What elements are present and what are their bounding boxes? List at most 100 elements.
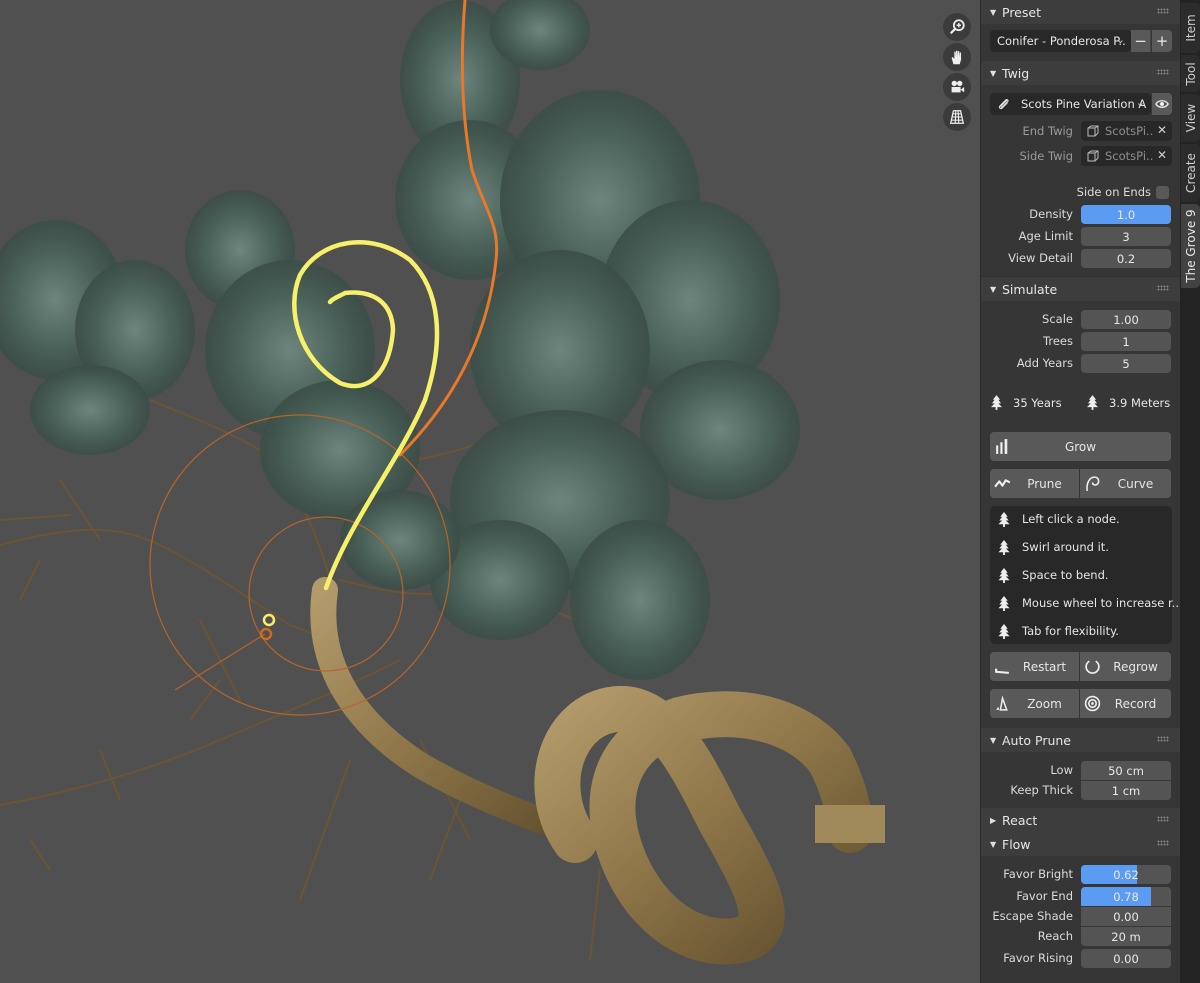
- clear-end-twig-icon[interactable]: ✕: [1157, 123, 1167, 137]
- age-limit-value: 3: [1122, 229, 1130, 244]
- section-title: Simulate: [1002, 281, 1058, 297]
- record-label: Record: [1114, 696, 1157, 711]
- tab-create[interactable]: Create: [1181, 144, 1200, 202]
- tab-label: The Grove 9: [1183, 209, 1198, 283]
- grow-button[interactable]: Grow: [990, 432, 1171, 461]
- tab-the-grove[interactable]: The Grove 9: [1181, 204, 1200, 288]
- favor-rising-field[interactable]: 0.00: [1081, 949, 1171, 968]
- drag-grip-icon[interactable]: [1157, 8, 1169, 14]
- add-preset-button[interactable]: +: [1152, 30, 1172, 52]
- zoom-triangle-icon: [996, 695, 1008, 711]
- twig-section-header[interactable]: ▼ Twig: [981, 61, 1181, 85]
- tab-view[interactable]: View: [1181, 94, 1200, 142]
- camera-view-button[interactable]: [943, 73, 971, 101]
- age-limit-field[interactable]: 3: [1081, 227, 1171, 246]
- side-twig-field[interactable]: ScotsPi.. ✕: [1081, 146, 1172, 166]
- preset-dropdown[interactable]: Conifer - Ponderosa P.. ⌄: [990, 30, 1131, 52]
- cube-icon: [1087, 150, 1099, 162]
- expand-arrow-icon: ▼: [990, 839, 997, 849]
- tree-scene[interactable]: [0, 0, 980, 983]
- record-button[interactable]: Record: [1080, 689, 1171, 718]
- tip-item: Left click a node.: [998, 510, 1120, 528]
- auto-prune-section-body: Low 50 cm Keep Thick 1 cm: [981, 752, 1181, 808]
- prune-label: Prune: [1027, 476, 1062, 491]
- paperclip-icon: [998, 99, 1009, 110]
- zoom-button[interactable]: Zoom: [990, 689, 1079, 718]
- tree-icon: [998, 511, 1010, 527]
- expand-arrow-icon: ▼: [990, 7, 997, 17]
- tip-item: Space to bend.: [998, 566, 1109, 584]
- regrow-button[interactable]: Regrow: [1080, 652, 1171, 681]
- scale-field[interactable]: 1.00: [1081, 310, 1171, 329]
- side-on-ends-label: Side on Ends: [1076, 185, 1151, 199]
- end-twig-value: ScotsPi..: [1105, 124, 1154, 138]
- tab-tool[interactable]: Tool: [1181, 55, 1200, 92]
- reach-label: Reach: [1037, 929, 1073, 943]
- remove-preset-button[interactable]: −: [1131, 30, 1151, 52]
- restart-label: Restart: [1022, 659, 1067, 674]
- bars-icon: [996, 439, 1008, 454]
- end-twig-field[interactable]: ScotsPi.. ✕: [1081, 121, 1172, 141]
- favor-end-label: Favor End: [1016, 889, 1073, 903]
- prune-button[interactable]: Prune: [990, 469, 1079, 498]
- reach-field[interactable]: 20 m: [1081, 927, 1171, 946]
- drag-grip-icon[interactable]: [1157, 285, 1169, 291]
- view-detail-field[interactable]: 0.2: [1081, 249, 1171, 268]
- density-field[interactable]: 1.0: [1081, 205, 1171, 224]
- pan-view-button[interactable]: [943, 43, 971, 71]
- curve-spiral-icon: [1086, 476, 1100, 492]
- selected-node-marker: [262, 613, 276, 627]
- trees-field[interactable]: 1: [1081, 332, 1171, 351]
- simulate-section-header[interactable]: ▼ Simulate: [981, 277, 1181, 301]
- section-title: Preset: [1002, 4, 1041, 20]
- twig-dropdown[interactable]: Scots Pine Variation A ⌄: [990, 93, 1151, 115]
- add-years-field[interactable]: 5: [1081, 354, 1171, 373]
- side-twig-value: ScotsPi..: [1105, 149, 1154, 163]
- grid-perspective-icon: [949, 110, 965, 124]
- density-value: 1.0: [1116, 207, 1136, 222]
- preset-selected-value: Conifer - Ponderosa P..: [997, 34, 1126, 48]
- auto-prune-section-header[interactable]: ▼ Auto Prune: [981, 728, 1181, 752]
- favor-end-slider[interactable]: 0.78: [1081, 887, 1171, 906]
- preset-section-header[interactable]: ▼ Preset: [981, 0, 1181, 24]
- clear-side-twig-icon[interactable]: ✕: [1157, 148, 1167, 162]
- drag-grip-icon[interactable]: [1157, 736, 1169, 742]
- drag-grip-icon[interactable]: [1157, 69, 1169, 75]
- expand-arrow-icon: ▼: [990, 68, 997, 78]
- prune-zigzag-icon: [994, 479, 1011, 488]
- drag-grip-icon[interactable]: [1157, 840, 1169, 846]
- perspective-toggle-button[interactable]: [943, 103, 971, 131]
- tab-item[interactable]: Item: [1181, 3, 1200, 53]
- flow-section-body: Favor Bright 0.62 Favor End 0.78 Escape …: [981, 856, 1181, 983]
- twig-visibility-toggle[interactable]: [1152, 93, 1172, 115]
- tree-icon: [998, 539, 1010, 555]
- height-stat-value: 3.9 Meters: [1109, 395, 1171, 410]
- age-stat-value: 35 Years: [1013, 395, 1062, 410]
- escape-shade-label: Escape Shade: [992, 909, 1073, 923]
- keep-thick-field[interactable]: 1 cm: [1081, 781, 1171, 800]
- favor-bright-slider[interactable]: 0.62: [1081, 865, 1171, 884]
- eye-icon: [1155, 100, 1169, 108]
- regrow-circle-icon: [1085, 660, 1100, 674]
- plus-icon: +: [1155, 32, 1169, 50]
- 3d-viewport[interactable]: [0, 0, 980, 983]
- drag-grip-icon[interactable]: [1157, 816, 1169, 822]
- low-field[interactable]: 50 cm: [1081, 761, 1171, 780]
- zoom-view-icon: [949, 19, 965, 35]
- expand-arrow-icon: ▼: [990, 735, 997, 745]
- zoom-view-button[interactable]: [943, 13, 971, 41]
- chevron-down-icon: ⌄: [1115, 33, 1125, 46]
- tab-label: View: [1183, 103, 1198, 133]
- curve-button[interactable]: Curve: [1080, 469, 1171, 498]
- escape-shade-field[interactable]: 0.00: [1081, 907, 1171, 926]
- react-section-header[interactable]: ▶ React: [981, 808, 1181, 832]
- section-title: Twig: [1002, 65, 1030, 81]
- tip-text: Mouse wheel to increase r..: [1022, 596, 1179, 610]
- restart-button[interactable]: Restart: [990, 652, 1079, 681]
- tab-label: Item: [1183, 14, 1198, 42]
- collapsed-arrow-icon: ▶: [990, 815, 997, 825]
- side-on-ends-checkbox[interactable]: [1156, 186, 1169, 199]
- flow-section-header[interactable]: ▼ Flow: [981, 832, 1181, 856]
- curve-instructions-box: Left click a node. Swirl around it. Spac…: [990, 506, 1179, 644]
- age-stat: 35 Years: [991, 395, 1062, 410]
